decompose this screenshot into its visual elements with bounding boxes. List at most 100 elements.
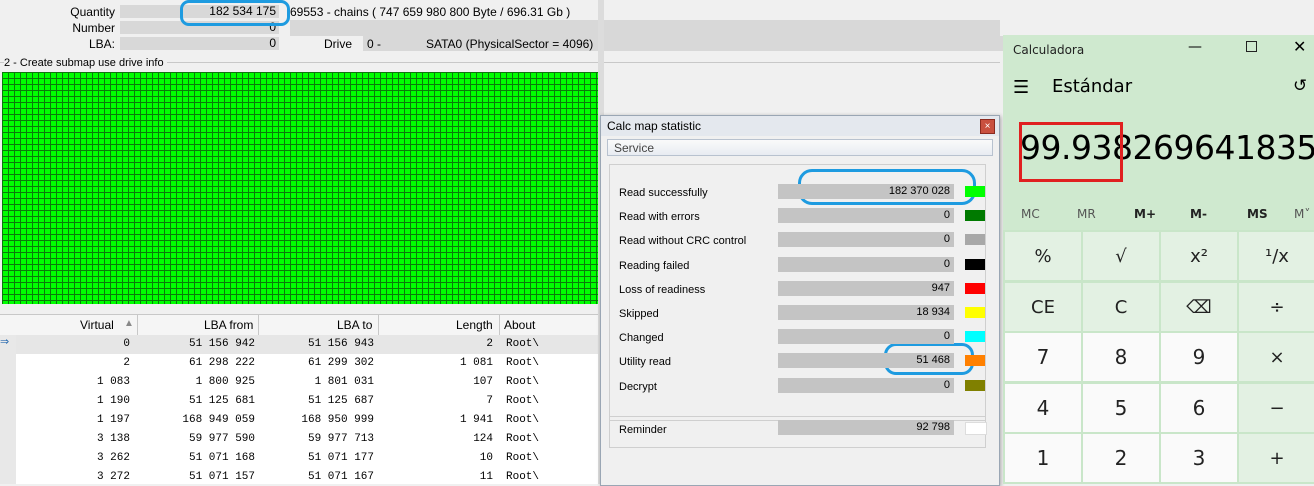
digit-5-button[interactable]: 5	[1083, 384, 1159, 432]
row-header	[0, 468, 16, 484]
table-row[interactable]: 3 272 51 071 157 51 071 167 11 Root\	[0, 468, 598, 484]
table-row[interactable]: 1 083 1 800 925 1 801 031 107 Root\	[0, 373, 598, 393]
cell-lba-from: 51 071 168	[188, 452, 255, 464]
cell-virtual: 2	[123, 357, 130, 369]
history-icon[interactable]: ↺	[1293, 76, 1307, 96]
stat-value: 0	[778, 329, 954, 345]
digit-4-button[interactable]: 4	[1005, 384, 1081, 432]
cell-lba-to: 51 156 943	[307, 338, 374, 350]
display-highlight	[1019, 122, 1123, 182]
cell-length: 1 081	[459, 357, 493, 369]
calculator-window: Calculadora — ✕ ☰ Estándar ↺ 99.93826964…	[1003, 35, 1314, 484]
stat-label: Read with errors	[619, 211, 700, 224]
minimize-icon[interactable]: —	[1188, 39, 1202, 55]
digit-9-button[interactable]: 9	[1161, 333, 1237, 381]
drive-desc: SATA0 (PhysicalSector = 4096)	[426, 37, 594, 51]
digit-1-button[interactable]: 1	[1005, 434, 1081, 482]
quantity-highlight	[180, 0, 290, 26]
table-row[interactable]: 1 197 168 949 059 168 950 999 1 941 Root\	[0, 411, 598, 431]
menu-icon[interactable]: ☰	[1013, 77, 1029, 98]
maximize-icon[interactable]	[1246, 41, 1257, 52]
cell-virtual: 3 262	[96, 452, 130, 464]
cell-lba-from: 1 800 925	[195, 376, 255, 388]
col-lba-to[interactable]: LBA to	[337, 318, 372, 332]
digit-8-button[interactable]: 8	[1083, 333, 1159, 381]
table-row[interactable]: 3 262 51 071 168 51 071 177 10 Root\	[0, 449, 598, 469]
operator-button[interactable]: ¹/x	[1239, 232, 1314, 280]
close-icon[interactable]: ✕	[1293, 37, 1306, 56]
cell-about: Root\	[506, 338, 540, 350]
operator-button[interactable]: −	[1239, 384, 1314, 432]
operator-button[interactable]: C	[1083, 283, 1159, 331]
col-divider	[499, 315, 500, 335]
operator-button[interactable]: %	[1005, 232, 1081, 280]
stat-label: Reading failed	[619, 259, 690, 272]
cell-virtual: 3 272	[96, 471, 130, 483]
sector-map-grid[interactable]	[2, 72, 598, 304]
section-title: 2 - Create submap use drive info	[4, 57, 167, 69]
digit-2-button[interactable]: 2	[1083, 434, 1159, 482]
table-row[interactable]: 1 190 51 125 681 51 125 687 7 Root\	[0, 392, 598, 412]
memory-button[interactable]: MC	[1021, 207, 1040, 221]
operator-button[interactable]: +	[1239, 434, 1314, 482]
current-row-icon: ⇒	[0, 335, 16, 355]
stat-color-swatch	[965, 234, 985, 246]
table-row[interactable]: 3 138 59 977 590 59 977 713 124 Root\	[0, 430, 598, 450]
table-body: ⇒ 0 51 156 942 51 156 943 2 Root\ 2 61 298 222 6…	[0, 335, 598, 484]
calculator-mode: Estándar	[1052, 76, 1133, 97]
stat-label: Loss of readiness	[619, 283, 706, 296]
cell-length: 7	[486, 395, 493, 407]
memory-button[interactable]: M-	[1190, 207, 1207, 221]
operator-button[interactable]: ⌫	[1161, 283, 1237, 331]
stat-label: Decrypt	[619, 380, 657, 393]
stat-label: Read without CRC control	[619, 235, 747, 248]
col-virtual[interactable]: Virtual	[80, 318, 114, 332]
stat-value: 0	[778, 256, 954, 272]
cell-about: Root\	[506, 395, 540, 407]
cell-length: 11	[479, 471, 493, 483]
memory-button[interactable]: M+	[1134, 207, 1156, 221]
operator-button[interactable]: CE	[1005, 283, 1081, 331]
memory-button[interactable]: MS	[1247, 207, 1268, 221]
drive-label: Drive	[324, 37, 353, 51]
cell-lba-to: 61 299 302	[307, 357, 374, 369]
cell-lba-to: 51 071 167	[307, 471, 374, 483]
digit-3-button[interactable]: 3	[1161, 434, 1237, 482]
cell-virtual: 1 083	[96, 376, 130, 388]
operator-button[interactable]: ×	[1239, 333, 1314, 381]
stat-label: Read successfully	[619, 187, 708, 199]
stat-value: 182 370 028	[778, 184, 954, 199]
digit-6-button[interactable]: 6	[1161, 384, 1237, 432]
service-menu[interactable]: Service	[607, 139, 993, 156]
cell-about: Root\	[506, 376, 540, 388]
cell-length: 1 941	[459, 414, 493, 426]
cell-lba-from: 168 949 059	[182, 414, 255, 426]
sort-asc-icon[interactable]: ▲	[124, 318, 134, 329]
memory-button[interactable]: MR	[1077, 207, 1096, 221]
quantity-label: Quantity	[70, 5, 115, 19]
col-length[interactable]: Length	[456, 318, 493, 332]
table-row[interactable]: ⇒ 0 51 156 942 51 156 943 2 Root\	[0, 335, 598, 355]
row-header	[0, 373, 16, 393]
col-divider	[378, 315, 379, 335]
stat-label: Changed	[619, 332, 664, 345]
stat-color-swatch	[965, 258, 985, 270]
calculator-title: Calculadora	[1013, 43, 1085, 57]
col-lba-from[interactable]: LBA from	[204, 318, 253, 332]
calc-map-statistic-dialog: Calc map statistic × Service Reminder 92…	[600, 115, 1000, 486]
cell-virtual: 0	[123, 338, 130, 350]
cell-virtual: 3 138	[96, 433, 130, 445]
col-about[interactable]: About	[504, 318, 535, 332]
dialog-title: Calc map statistic	[607, 119, 702, 133]
digit-7-button[interactable]: 7	[1005, 333, 1081, 381]
reminder-color-swatch	[965, 422, 987, 435]
operator-button[interactable]: √	[1083, 232, 1159, 280]
stat-value: 947	[778, 280, 954, 296]
table-row[interactable]: 2 61 298 222 61 299 302 1 081 Root\	[0, 354, 598, 374]
operator-button[interactable]: x²	[1161, 232, 1237, 280]
close-icon[interactable]: ×	[980, 119, 995, 134]
cell-about: Root\	[506, 414, 540, 426]
operator-button[interactable]: ÷	[1239, 283, 1314, 331]
memory-button[interactable]: M˅	[1294, 207, 1310, 221]
dialog-titlebar[interactable]: Calc map statistic ×	[601, 116, 999, 136]
